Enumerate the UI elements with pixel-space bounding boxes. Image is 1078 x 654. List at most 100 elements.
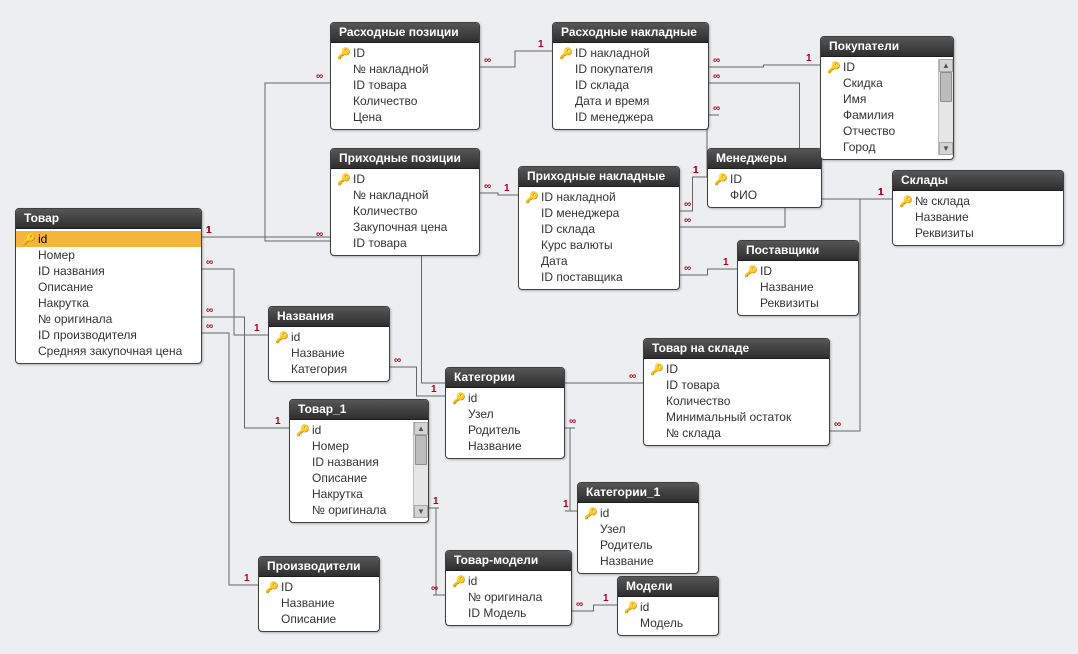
table-tovar_modeli[interactable]: Товар-модели🔑id🔑№ оригинала🔑ID Модель [445, 550, 572, 626]
table-field[interactable]: 🔑Город [821, 139, 938, 155]
table-field[interactable]: 🔑№ склада [893, 193, 1063, 209]
table-field[interactable]: 🔑№ оригинала [290, 502, 413, 518]
table-field[interactable]: 🔑ID товара [331, 235, 479, 251]
table-field[interactable]: 🔑Номер [16, 247, 201, 263]
table-field[interactable]: 🔑ID [644, 361, 829, 377]
table-kategorii_1[interactable]: Категории_1🔑id🔑Узел🔑Родитель🔑Название [577, 482, 699, 574]
table-field[interactable]: 🔑ID [738, 263, 858, 279]
table-field[interactable]: 🔑Название [893, 209, 1063, 225]
table-field[interactable]: 🔑id [446, 390, 564, 406]
table-field[interactable]: 🔑ID покупателя [553, 61, 708, 77]
table-prih_poz[interactable]: Приходные позиции🔑ID🔑№ накладной🔑Количес… [330, 148, 480, 256]
field-label: id [468, 391, 477, 405]
table-tovar_1[interactable]: Товар_1🔑id🔑Номер🔑ID названия🔑Описание🔑На… [289, 399, 429, 523]
table-field[interactable]: 🔑№ оригинала [446, 589, 571, 605]
table-field[interactable]: 🔑id [269, 329, 389, 345]
table-field[interactable]: 🔑ID [259, 579, 379, 595]
table-field[interactable]: 🔑ID [708, 171, 821, 187]
table-field[interactable]: 🔑ID накладной [519, 189, 679, 205]
table-field[interactable]: 🔑ID товара [644, 377, 829, 393]
table-field[interactable]: 🔑Описание [16, 279, 201, 295]
table-field[interactable]: 🔑Минимальный остаток [644, 409, 829, 425]
table-rash_poz[interactable]: Расходные позиции🔑ID🔑№ накладной🔑ID това… [330, 22, 480, 130]
table-field[interactable]: 🔑ID [821, 59, 938, 75]
table-field[interactable]: 🔑ID склада [519, 221, 679, 237]
scroll-up-icon[interactable]: ▲ [414, 422, 428, 435]
table-proizvoditeli[interactable]: Производители🔑ID🔑Название🔑Описание [258, 556, 380, 632]
table-tovar[interactable]: Товар🔑id🔑Номер🔑ID названия🔑Описание🔑Накр… [15, 208, 202, 364]
table-field[interactable]: 🔑№ оригинала [16, 311, 201, 327]
table-field[interactable]: 🔑ID накладной [553, 45, 708, 61]
table-field[interactable]: 🔑Реквизиты [738, 295, 858, 311]
table-field[interactable]: 🔑Узел [446, 406, 564, 422]
table-field[interactable]: 🔑id [578, 505, 698, 521]
table-field[interactable]: 🔑ФИО [708, 187, 821, 203]
table-field[interactable]: 🔑ID менеджера [519, 205, 679, 221]
table-field[interactable]: 🔑Количество [644, 393, 829, 409]
table-field[interactable]: 🔑№ накладной [331, 61, 479, 77]
table-modeli[interactable]: Модели🔑id🔑Модель [617, 576, 719, 636]
table-field[interactable]: 🔑ID поставщика [519, 269, 679, 285]
table-field[interactable]: 🔑Накрутка [16, 295, 201, 311]
table-field[interactable]: 🔑Название [269, 345, 389, 361]
table-field[interactable]: 🔑Закупочная цена [331, 219, 479, 235]
table-field[interactable]: 🔑ID товара [331, 77, 479, 93]
table-postav[interactable]: Поставщики 🔑ID🔑Название🔑Реквизиты [737, 240, 859, 316]
table-field[interactable]: 🔑Накрутка [290, 486, 413, 502]
scroll-up-icon[interactable]: ▲ [939, 59, 953, 72]
table-field[interactable]: 🔑Фамилия [821, 107, 938, 123]
table-field[interactable]: 🔑Категория [269, 361, 389, 377]
table-field[interactable]: 🔑ID склада [553, 77, 708, 93]
table-field[interactable]: 🔑Реквизиты [893, 225, 1063, 241]
table-field[interactable]: 🔑ID названия [290, 454, 413, 470]
table-field[interactable]: 🔑Количество [331, 93, 479, 109]
table-field[interactable]: 🔑id [446, 573, 571, 589]
key-icon: 🔑 [559, 47, 571, 60]
table-field[interactable]: 🔑Средняя закупочная цена [16, 343, 201, 359]
table-field[interactable]: 🔑id [16, 231, 201, 247]
table-kategorii[interactable]: Категории🔑id🔑Узел🔑Родитель🔑Название [445, 367, 565, 459]
table-field[interactable]: 🔑ID менеджера [553, 109, 708, 125]
table-field[interactable]: 🔑Родитель [578, 537, 698, 553]
table-title: Склады [893, 171, 1063, 191]
table-field[interactable]: 🔑Скидка [821, 75, 938, 91]
table-field[interactable]: 🔑Дата и время [553, 93, 708, 109]
table-field[interactable]: 🔑Название [738, 279, 858, 295]
table-field[interactable]: 🔑№ склада [644, 425, 829, 441]
table-field[interactable]: 🔑Описание [290, 470, 413, 486]
table-field[interactable]: 🔑Модель [618, 615, 718, 631]
table-field[interactable]: 🔑id [618, 599, 718, 615]
table-field[interactable]: 🔑ID Модель [446, 605, 571, 621]
table-field[interactable]: 🔑ID [331, 45, 479, 61]
table-field[interactable]: 🔑Родитель [446, 422, 564, 438]
scroll-down-icon[interactable]: ▼ [939, 142, 953, 155]
table-rash_nakl[interactable]: Расходные накладные🔑ID накладной🔑ID поку… [552, 22, 709, 130]
table-field[interactable]: 🔑Номер [290, 438, 413, 454]
table-prih_nakl[interactable]: Приходные накладные🔑ID накладной🔑ID мене… [518, 166, 680, 290]
table-field[interactable]: 🔑Название [259, 595, 379, 611]
scrollbar[interactable]: ▲▼ [413, 422, 428, 518]
table-field[interactable]: 🔑Узел [578, 521, 698, 537]
table-field[interactable]: 🔑Название [578, 553, 698, 569]
table-field[interactable]: 🔑Курс валюты [519, 237, 679, 253]
table-field[interactable]: 🔑Отчество [821, 123, 938, 139]
table-field[interactable]: 🔑ID названия [16, 263, 201, 279]
table-field[interactable]: 🔑Дата [519, 253, 679, 269]
table-field[interactable]: 🔑Цена [331, 109, 479, 125]
table-field[interactable]: 🔑Описание [259, 611, 379, 627]
scroll-down-icon[interactable]: ▼ [414, 505, 428, 518]
table-field[interactable]: 🔑№ накладной [331, 187, 479, 203]
table-nazvaniya[interactable]: Названия🔑id🔑Название🔑Категория [268, 306, 390, 382]
table-managers[interactable]: Менеджеры🔑ID🔑ФИО [707, 148, 822, 208]
table-field[interactable]: 🔑id [290, 422, 413, 438]
table-field[interactable]: 🔑ID производителя [16, 327, 201, 343]
table-field[interactable]: 🔑Количество [331, 203, 479, 219]
scrollbar[interactable]: ▲▼ [938, 59, 953, 155]
table-field[interactable]: 🔑ID [331, 171, 479, 187]
table-tovar_na_sklade[interactable]: Товар на складе🔑ID🔑ID товара🔑Количество🔑… [643, 338, 830, 446]
table-sklady[interactable]: Склады 🔑№ склада🔑Название🔑Реквизиты [892, 170, 1064, 246]
table-field[interactable]: 🔑Имя [821, 91, 938, 107]
table-pokupateli[interactable]: Покупатели🔑ID🔑Скидка🔑Имя🔑Фамилия🔑Отчеств… [820, 36, 954, 160]
table-field[interactable]: 🔑Название [446, 438, 564, 454]
table-title: Поставщики [738, 241, 858, 261]
